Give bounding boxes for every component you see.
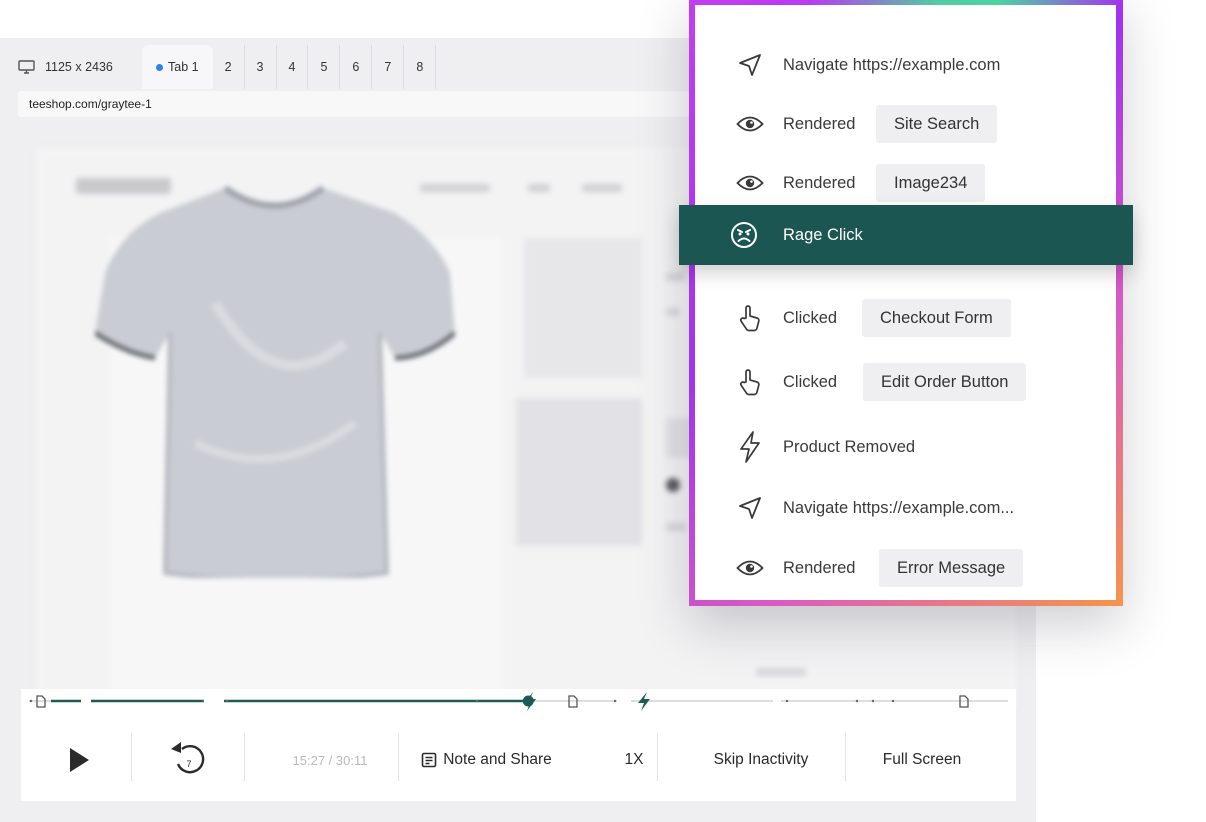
event-item[interactable]: Rendered Site Search bbox=[695, 97, 1116, 151]
event-label: Rage Click bbox=[783, 225, 863, 244]
blurred-thumbnail bbox=[516, 398, 642, 546]
event-label: Product Removed bbox=[783, 437, 916, 456]
timeline-gap bbox=[204, 699, 224, 703]
tab-label: 4 bbox=[288, 60, 296, 74]
event-tag: Checkout Form bbox=[862, 299, 1011, 337]
blurred-nav-item bbox=[528, 184, 550, 192]
blurred-swatch bbox=[666, 478, 680, 492]
pointer-hand-icon bbox=[733, 301, 767, 335]
tab-1[interactable]: Tab 1 bbox=[142, 45, 213, 89]
device-size-indicator: 1125 x 2436 bbox=[18, 60, 113, 74]
event-item[interactable]: Rendered Image234 bbox=[695, 156, 1116, 210]
playback-controls: 7 15:27 / 30:11 Note and Share 1X Skip I… bbox=[21, 689, 1016, 801]
tab-8[interactable]: 8 bbox=[404, 45, 437, 89]
play-icon bbox=[70, 748, 89, 772]
tab-5[interactable]: 5 bbox=[308, 45, 341, 89]
event-tag: Error Message bbox=[879, 549, 1024, 587]
event-label: Rendered bbox=[783, 173, 856, 192]
tshirt-image bbox=[95, 185, 455, 578]
url-text: teeshop.com/graytee-1 bbox=[29, 97, 152, 111]
tab-label: 3 bbox=[256, 60, 264, 74]
event-label: Clicked bbox=[783, 372, 838, 391]
rewind-icon: 7 bbox=[171, 742, 205, 774]
event-label: Navigate https://example.com... bbox=[783, 498, 1015, 517]
device-size-label: 1125 x 2436 bbox=[45, 60, 113, 74]
eye-icon bbox=[733, 166, 767, 200]
event-item[interactable]: Clicked Checkout Form bbox=[695, 291, 1116, 345]
event-item-rage-click[interactable]: Rage Click bbox=[679, 205, 1133, 265]
monitor-icon bbox=[18, 60, 35, 74]
event-label: Rendered bbox=[783, 114, 856, 133]
blurred-thumbnail bbox=[524, 238, 642, 378]
event-tag: Edit Order Button bbox=[863, 363, 1027, 401]
timeline-gap bbox=[617, 699, 631, 703]
skip-inactivity-toggle[interactable]: Skip Inactivity bbox=[697, 719, 825, 801]
eye-icon bbox=[733, 107, 767, 141]
event-tag: Site Search bbox=[876, 105, 998, 143]
tab-6[interactable]: 6 bbox=[340, 45, 373, 89]
event-label: Rendered bbox=[783, 558, 856, 577]
tab-7[interactable]: 7 bbox=[372, 45, 405, 89]
tab-label: 8 bbox=[416, 60, 424, 74]
note-and-share-button[interactable]: Note and Share bbox=[414, 719, 559, 801]
event-item[interactable]: Product Removed bbox=[695, 420, 1116, 474]
blurred-text-line bbox=[666, 523, 686, 531]
navigate-icon bbox=[733, 491, 767, 525]
tab-2[interactable]: 2 bbox=[213, 45, 245, 89]
event-tag: Image234 bbox=[876, 164, 986, 202]
lightning-icon bbox=[733, 430, 767, 464]
blurred-text-line bbox=[666, 273, 684, 281]
play-button[interactable] bbox=[51, 719, 107, 801]
note-icon bbox=[421, 752, 437, 768]
active-tab-dot bbox=[156, 63, 163, 71]
blurred-nav-item bbox=[582, 184, 622, 192]
pointer-hand-icon bbox=[733, 365, 767, 399]
control-bar: 7 15:27 / 30:11 Note and Share 1X Skip I… bbox=[21, 719, 1016, 801]
rewind-seconds: 7 bbox=[186, 759, 191, 769]
event-item[interactable]: Clicked Edit Order Button bbox=[695, 355, 1116, 409]
events-list: Navigate https://example.com Rendered Si… bbox=[695, 5, 1116, 600]
divider bbox=[244, 733, 245, 781]
rage-face-icon bbox=[727, 218, 761, 252]
event-item[interactable]: Navigate https://example.com bbox=[695, 38, 1116, 92]
divider bbox=[398, 733, 399, 781]
rewind-button[interactable]: 7 bbox=[159, 719, 219, 801]
tab-3[interactable]: 3 bbox=[245, 45, 277, 89]
blurred-text-line bbox=[666, 308, 680, 316]
event-label: Navigate https://example.com bbox=[783, 55, 1001, 74]
events-panel-frame: Navigate https://example.com Rendered Si… bbox=[689, 0, 1123, 606]
tab-label: 5 bbox=[320, 60, 328, 74]
note-and-share-label: Note and Share bbox=[443, 751, 552, 768]
event-item[interactable]: Rendered Error Message bbox=[695, 541, 1116, 595]
divider bbox=[845, 733, 846, 781]
url-bar[interactable]: teeshop.com/graytee-1 bbox=[18, 91, 718, 117]
tab-label: 6 bbox=[352, 60, 360, 74]
playback-time: 15:27 / 30:11 bbox=[292, 752, 368, 768]
timeline-gap bbox=[773, 699, 781, 703]
speed-button[interactable]: 1X bbox=[619, 719, 649, 801]
tab-label: Tab 1 bbox=[168, 60, 199, 74]
divider bbox=[131, 733, 132, 781]
full-screen-button[interactable]: Full Screen bbox=[871, 719, 973, 801]
timeline-gap bbox=[81, 699, 91, 703]
tab-bar: Tab 1 2 3 4 5 6 7 8 bbox=[142, 45, 437, 89]
tab-label: 2 bbox=[224, 60, 232, 74]
event-label: Clicked bbox=[783, 308, 838, 327]
eye-icon bbox=[733, 551, 767, 585]
blurred-text-line bbox=[756, 668, 806, 676]
navigate-icon bbox=[733, 48, 767, 82]
timeline-scrubber[interactable] bbox=[21, 689, 1016, 713]
event-item[interactable]: Navigate https://example.com... bbox=[695, 481, 1116, 535]
divider bbox=[657, 733, 658, 781]
tab-4[interactable]: 4 bbox=[277, 45, 309, 89]
tab-label: 7 bbox=[384, 60, 392, 74]
